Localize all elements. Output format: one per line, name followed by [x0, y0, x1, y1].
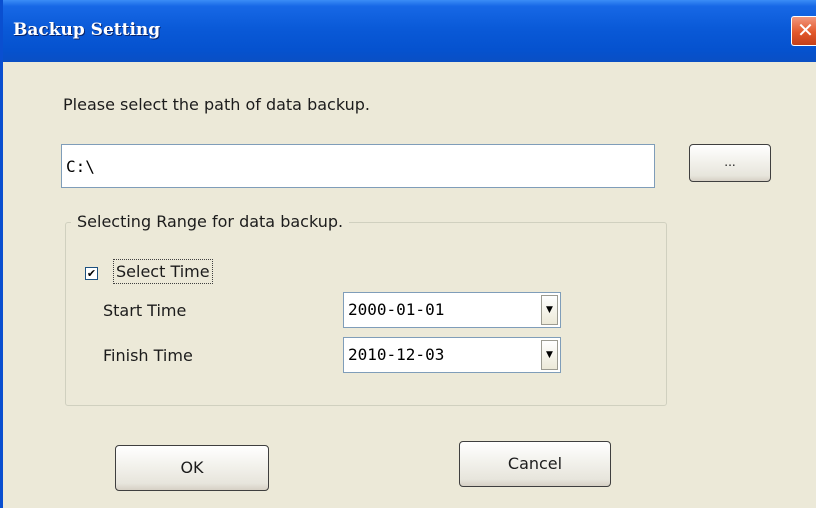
finish-time-dropdown-arrow[interactable]: ▼ — [541, 340, 558, 370]
select-time-label[interactable]: Select Time — [113, 259, 213, 284]
backup-path-input[interactable] — [61, 144, 655, 188]
chevron-down-icon: ▼ — [546, 305, 553, 315]
backup-setting-dialog: Backup Setting ✕ Please select the path … — [0, 0, 816, 508]
finish-time-label: Finish Time — [103, 346, 193, 365]
close-icon: ✕ — [797, 18, 814, 42]
finish-time-dropdown[interactable]: 2010-12-03 ▼ — [343, 337, 561, 373]
start-time-label: Start Time — [103, 301, 187, 320]
start-time-dropdown-arrow[interactable]: ▼ — [541, 295, 558, 325]
path-prompt-label: Please select the path of data backup. — [63, 95, 370, 114]
select-time-checkbox[interactable]: ✔ — [85, 267, 98, 280]
range-group-legend: Selecting Range for data backup. — [71, 212, 350, 231]
start-time-value: 2000-01-01 — [348, 300, 445, 319]
check-icon: ✔ — [86, 267, 97, 280]
close-button[interactable]: ✕ — [791, 16, 816, 46]
browse-button[interactable]: ... — [689, 144, 771, 182]
start-time-dropdown[interactable]: 2000-01-01 ▼ — [343, 292, 561, 328]
finish-time-value: 2010-12-03 — [348, 345, 445, 364]
dialog-body: Please select the path of data backup. .… — [3, 62, 816, 508]
chevron-down-icon: ▼ — [546, 350, 553, 360]
title-bar[interactable]: Backup Setting ✕ — [3, 0, 816, 62]
ok-button[interactable]: OK — [115, 445, 269, 491]
cancel-button[interactable]: Cancel — [459, 441, 611, 487]
dialog-title: Backup Setting — [13, 20, 161, 40]
